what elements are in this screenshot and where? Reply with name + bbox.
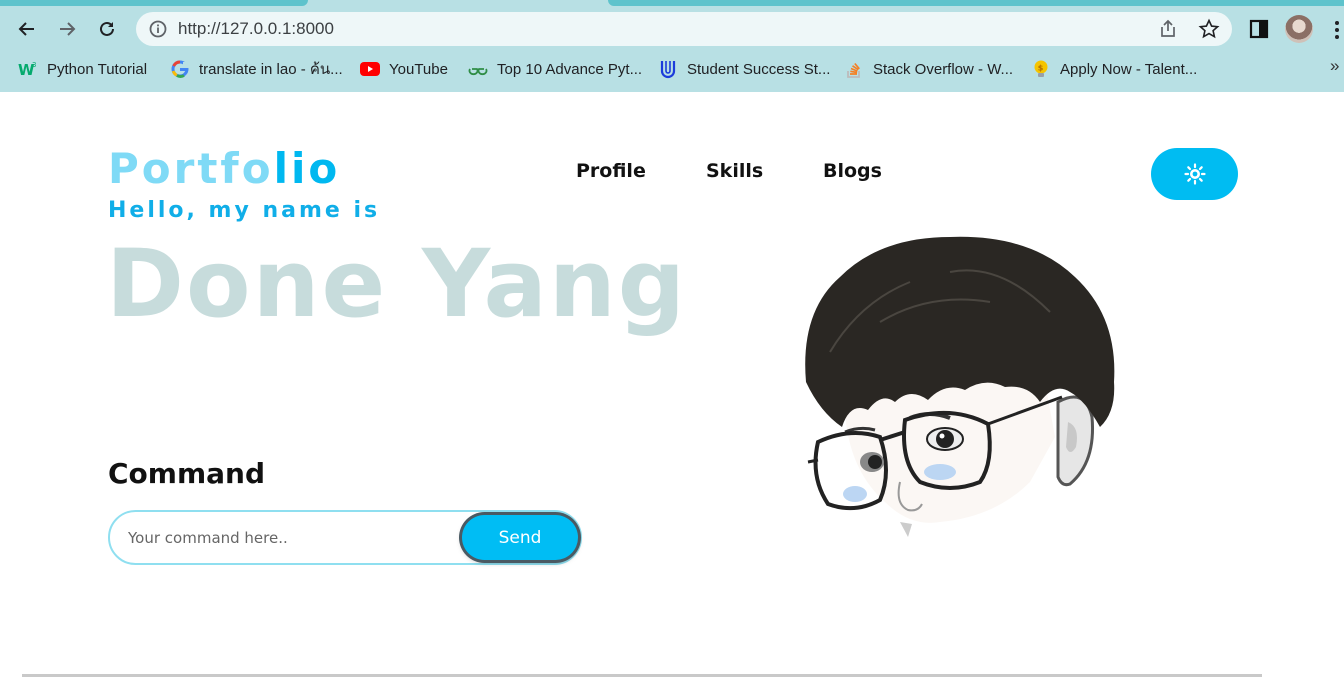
google-icon [171,60,189,78]
back-button[interactable] [12,14,42,44]
profile-avatar[interactable] [1285,15,1313,43]
site-info-icon[interactable] [148,19,168,39]
geeksforgeeks-icon [468,68,488,76]
logo-text-accent: lio [273,144,341,193]
browser-chrome: http://127.0.0.1:8000 W3 Python Tutorial… [0,0,1344,92]
forward-button[interactable] [52,14,82,44]
bookmarks-bar: W3 Python Tutorial translate in lao - ค้… [0,56,1344,82]
tab-strip [608,0,1344,6]
page-content: Portfolio Profile Skills Blogs Hello, my… [0,92,1344,677]
site-logo[interactable]: Portfolio [108,144,340,193]
cartoon-portrait-illustration [805,236,1115,537]
stackoverflow-icon [847,62,860,78]
theme-toggle-button[interactable] [1151,148,1238,200]
svg-text:3: 3 [32,61,36,69]
url-text[interactable]: http://127.0.0.1:8000 [178,19,334,39]
lightbulb-icon: $ [1034,60,1048,77]
bookmark-geeksforgeeks[interactable]: Top 10 Advance Pyt... [468,56,642,82]
address-bar[interactable]: http://127.0.0.1:8000 [136,12,1232,46]
bookmark-label: Stack Overflow - W... [873,60,1014,78]
bookmark-stackoverflow[interactable]: Stack Overflow - W... [844,56,1013,82]
nav-link-blogs[interactable]: Blogs [823,160,882,182]
command-input[interactable] [128,524,448,552]
bookmark-udacity[interactable]: Student Success St... [658,56,830,82]
sun-icon [1183,163,1206,185]
nav-link-profile[interactable]: Profile [576,160,646,182]
w3schools-icon: W3 [18,61,36,79]
greeting-text: Hello, my name is [108,198,381,223]
reload-icon [100,21,114,36]
bookmark-python-tutorial[interactable]: W3 Python Tutorial [18,56,147,82]
back-arrow-icon [18,22,34,36]
bookmark-label: Student Success St... [687,60,831,78]
bookmark-apply-now[interactable]: $ Apply Now - Talent... [1031,56,1197,82]
command-form: Send [108,510,582,565]
reload-button[interactable] [92,14,122,44]
bookmark-label: Python Tutorial [47,60,148,78]
browser-toolbar: http://127.0.0.1:8000 [0,10,1344,48]
bookmark-translate[interactable]: translate in lao - ค้น... [170,56,343,82]
bookmark-star-icon[interactable] [1198,18,1220,40]
forward-arrow-icon [60,22,76,36]
send-button[interactable]: Send [462,515,578,560]
tab-strip [0,0,308,6]
bookmark-youtube[interactable]: YouTube [360,56,448,82]
share-icon[interactable] [1157,18,1179,40]
bookmark-label: Top 10 Advance Pyt... [497,60,643,78]
command-title: Command [108,457,266,490]
youtube-icon [360,62,380,76]
bookmark-label: YouTube [389,60,448,78]
bookmarks-overflow-button[interactable]: » [1330,56,1339,76]
bookmark-label: translate in lao - ค้น... [199,61,343,78]
side-panel-icon[interactable] [1247,17,1271,41]
hero-name: Done Yang [106,230,688,339]
nav-link-skills[interactable]: Skills [706,160,763,182]
udacity-icon [660,61,676,79]
bookmark-label: Apply Now - Talent... [1060,60,1198,78]
menu-kebab-icon[interactable] [1334,20,1340,40]
logo-text: Portfo [108,144,274,193]
svg-text:$: $ [1038,64,1044,73]
